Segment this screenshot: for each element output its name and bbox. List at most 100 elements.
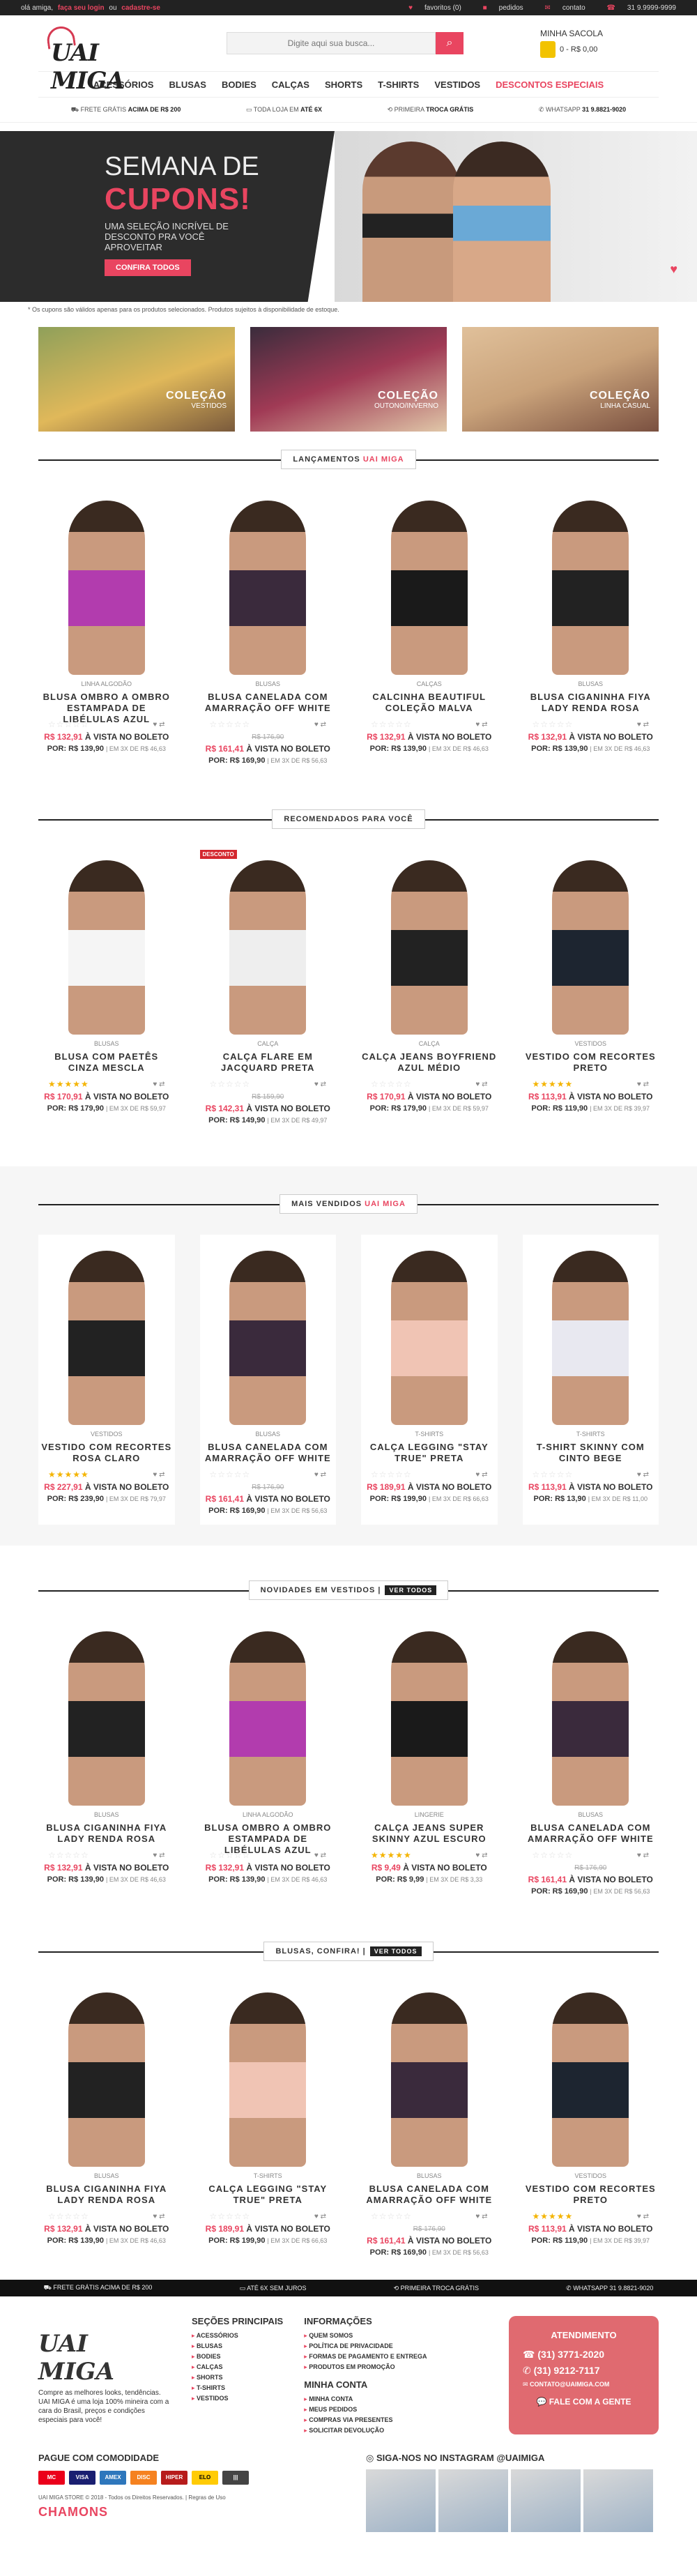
product-name[interactable]: BLUSA CANELADA COM AMARRAÇÃO OFF WHITE: [523, 1822, 659, 1846]
compare-icon[interactable]: ⇄: [321, 1471, 326, 1479]
compare-icon[interactable]: ⇄: [643, 721, 649, 729]
hero-banner[interactable]: SEMANA DE CUPONS! UMA SELEÇÃO INCRÍVEL D…: [0, 131, 697, 313]
heart-icon[interactable]: ♥: [475, 721, 482, 729]
product-card[interactable]: LINGERIE CALÇA JEANS SUPER SKINNY AZUL ES…: [361, 1621, 498, 1896]
compare-icon[interactable]: ⇄: [643, 1081, 649, 1088]
product-card[interactable]: LINHA ALGODÃO BLUSA OMBRO A OMBRO ESTAMPA…: [200, 1621, 337, 1896]
footer-link[interactable]: MINHA CONTA: [304, 2395, 427, 2403]
footer-link[interactable]: COMPRAS VIA PRESENTES: [304, 2416, 427, 2424]
product-image[interactable]: [528, 1240, 653, 1425]
product-image[interactable]: [44, 1240, 169, 1425]
product-card[interactable]: T-SHIRTS CALÇA LEGGING "STAY TRUE" PRETA ☆…: [200, 1982, 337, 2257]
compare-icon[interactable]: ⇄: [482, 2213, 487, 2220]
product-card[interactable]: BLUSAS BLUSA CIGANINHA FIYA LADY RENDA RO…: [523, 490, 659, 765]
heart-icon[interactable]: ♥: [314, 721, 321, 729]
heart-icon[interactable]: ♥: [153, 721, 159, 729]
product-card[interactable]: LINHA ALGODÃO BLUSA OMBRO A OMBRO ESTAMPA…: [38, 490, 175, 765]
heart-icon[interactable]: ♥: [637, 1852, 643, 1859]
heart-icon[interactable]: ♥: [314, 1852, 321, 1859]
orders-link[interactable]: ■ pedidos: [473, 4, 523, 12]
footer-link[interactable]: T-SHIRTS: [192, 2384, 283, 2392]
product-card[interactable]: T-SHIRTS T-SHIRT SKINNY COM CINTO BEGE ☆☆☆…: [522, 1235, 659, 1525]
instagram-photo[interactable]: [511, 2469, 581, 2532]
compare-icon[interactable]: ⇄: [482, 1081, 487, 1088]
compare-icon[interactable]: ⇄: [482, 1852, 487, 1859]
collection-card[interactable]: COLEÇÃO VESTIDOS: [38, 327, 235, 432]
product-name[interactable]: BLUSA CIGANINHA FIYA LADY RENDA ROSA: [523, 692, 659, 715]
product-image[interactable]: [367, 490, 492, 675]
heart-icon[interactable]: ♥: [153, 1081, 159, 1088]
product-card[interactable]: VESTIDOS VESTIDO COM RECORTES PRETO ★★★★★ ♥…: [523, 1982, 659, 2257]
footer-logo[interactable]: UAI MIGA: [38, 2330, 171, 2386]
product-image[interactable]: [205, 1982, 330, 2167]
product-image[interactable]: [205, 1240, 330, 1425]
product-card[interactable]: DESCONTO CALÇA CALÇA FLARE EM JACQUARD PRE…: [199, 850, 337, 1125]
phone-link[interactable]: ☎ 31 9.9999-9999: [597, 4, 676, 12]
nav-item-blusas[interactable]: BLUSAS: [169, 79, 206, 90]
product-card[interactable]: BLUSAS BLUSA COM PAETÊS CINZA MESCLA ★★★★★…: [38, 850, 175, 1125]
heart-icon[interactable]: ♥: [153, 1471, 159, 1479]
collection-card[interactable]: COLEÇÃO OUTONO/INVERNO: [250, 327, 447, 432]
compare-icon[interactable]: ⇄: [159, 721, 164, 729]
search-input[interactable]: [227, 32, 436, 54]
nav-item-descontos-especiais[interactable]: DESCONTOS ESPECIAIS: [496, 79, 604, 90]
collection-card[interactable]: COLEÇÃO LINHA CASUAL: [462, 327, 659, 432]
product-image[interactable]: [367, 1621, 492, 1806]
product-name[interactable]: BLUSA OMBRO A OMBRO ESTAMPADA DE LIBÉLUL…: [200, 1822, 337, 1855]
footer-link[interactable]: MEUS PEDIDOS: [304, 2406, 427, 2414]
favorites-link[interactable]: ♥ favoritos (0): [399, 4, 461, 12]
heart-icon[interactable]: ♥: [637, 1471, 643, 1479]
instagram-photo[interactable]: [366, 2469, 436, 2532]
nav-item-bodies[interactable]: BODIES: [222, 79, 256, 90]
heart-icon[interactable]: ♥: [153, 1852, 159, 1859]
footer-link[interactable]: ACESSÓRIOS: [192, 2332, 283, 2340]
compare-icon[interactable]: ⇄: [321, 2213, 326, 2220]
product-card[interactable]: VESTIDOS VESTIDO COM RECORTES ROSA CLARO ★…: [38, 1235, 175, 1525]
product-image[interactable]: [44, 1621, 169, 1806]
banner-cta-button[interactable]: CONFIRA TODOS: [105, 259, 191, 276]
footer-link[interactable]: BLUSAS: [192, 2342, 283, 2350]
product-name[interactable]: VESTIDO COM RECORTES ROSA CLARO: [38, 1442, 175, 1465]
product-name[interactable]: VESTIDO COM RECORTES PRETO: [523, 2183, 659, 2207]
product-image[interactable]: [528, 490, 653, 675]
heart-icon[interactable]: ♥: [314, 1471, 321, 1479]
instagram-title[interactable]: ◎ SIGA-NOS NO INSTAGRAM @UAIMIGA: [366, 2453, 659, 2464]
product-card[interactable]: BLUSAS BLUSA CANELADA COM AMARRAÇÃO OFF W…: [200, 490, 337, 765]
heart-icon[interactable]: ♥: [314, 1081, 321, 1088]
product-name[interactable]: BLUSA CANELADA COM AMARRAÇÃO OFF WHITE: [361, 2183, 498, 2207]
logo[interactable]: UAI MIGA: [38, 22, 150, 95]
product-name[interactable]: CALÇA FLARE EM JACQUARD PRETA: [200, 1051, 337, 1075]
compare-icon[interactable]: ⇄: [159, 1471, 164, 1479]
see-all-button[interactable]: VER TODOS: [369, 1946, 422, 1956]
support-phone-1[interactable]: ☎ (31) 3771-2020: [523, 2349, 645, 2361]
product-card[interactable]: BLUSAS BLUSA CIGANINHA FIYA LADY RENDA RO…: [38, 1982, 175, 2257]
compare-icon[interactable]: ⇄: [321, 721, 326, 729]
chat-button[interactable]: 💬 FALE COM A GENTE: [523, 2397, 645, 2407]
login-link[interactable]: faça seu login: [58, 4, 105, 12]
footer-link[interactable]: SHORTS: [192, 2374, 283, 2381]
heart-icon[interactable]: ♥: [637, 2213, 643, 2220]
product-name[interactable]: BLUSA CIGANINHA FIYA LADY RENDA ROSA: [38, 2183, 175, 2207]
heart-icon[interactable]: ♥: [637, 1081, 643, 1088]
product-image[interactable]: [528, 1621, 653, 1806]
product-name[interactable]: VESTIDO COM RECORTES PRETO: [523, 1051, 659, 1075]
heart-icon[interactable]: ♥: [153, 2213, 159, 2220]
heart-icon[interactable]: ♥: [637, 721, 643, 729]
contact-link[interactable]: ✉ contato: [535, 4, 585, 12]
nav-item-shorts[interactable]: SHORTS: [325, 79, 362, 90]
agency-logo[interactable]: CHAMONS: [38, 2505, 253, 2520]
compare-icon[interactable]: ⇄: [321, 1081, 326, 1088]
product-name[interactable]: CALÇA JEANS BOYFRIEND AZUL MÉDIO: [361, 1051, 498, 1075]
footer-link[interactable]: QUEM SOMOS: [304, 2332, 427, 2340]
heart-icon[interactable]: ♥: [475, 1471, 482, 1479]
product-card[interactable]: CALÇAS CALCINHA BEAUTIFUL COLEÇÃO MALVA ☆☆…: [361, 490, 498, 765]
product-image[interactable]: [44, 490, 169, 675]
product-name[interactable]: CALCINHA BEAUTIFUL COLEÇÃO MALVA: [361, 692, 498, 715]
compare-icon[interactable]: ⇄: [482, 1471, 487, 1479]
product-image[interactable]: [205, 850, 330, 1035]
see-all-button[interactable]: VER TODOS: [385, 1585, 437, 1595]
nav-item-t-shirts[interactable]: T-SHIRTS: [378, 79, 419, 90]
footer-link[interactable]: POLÍTICA DE PRIVACIDADE: [304, 2342, 427, 2350]
product-name[interactable]: CALÇA LEGGING "STAY TRUE" PRETA: [200, 2183, 337, 2207]
footer-link[interactable]: CALÇAS: [192, 2363, 283, 2371]
